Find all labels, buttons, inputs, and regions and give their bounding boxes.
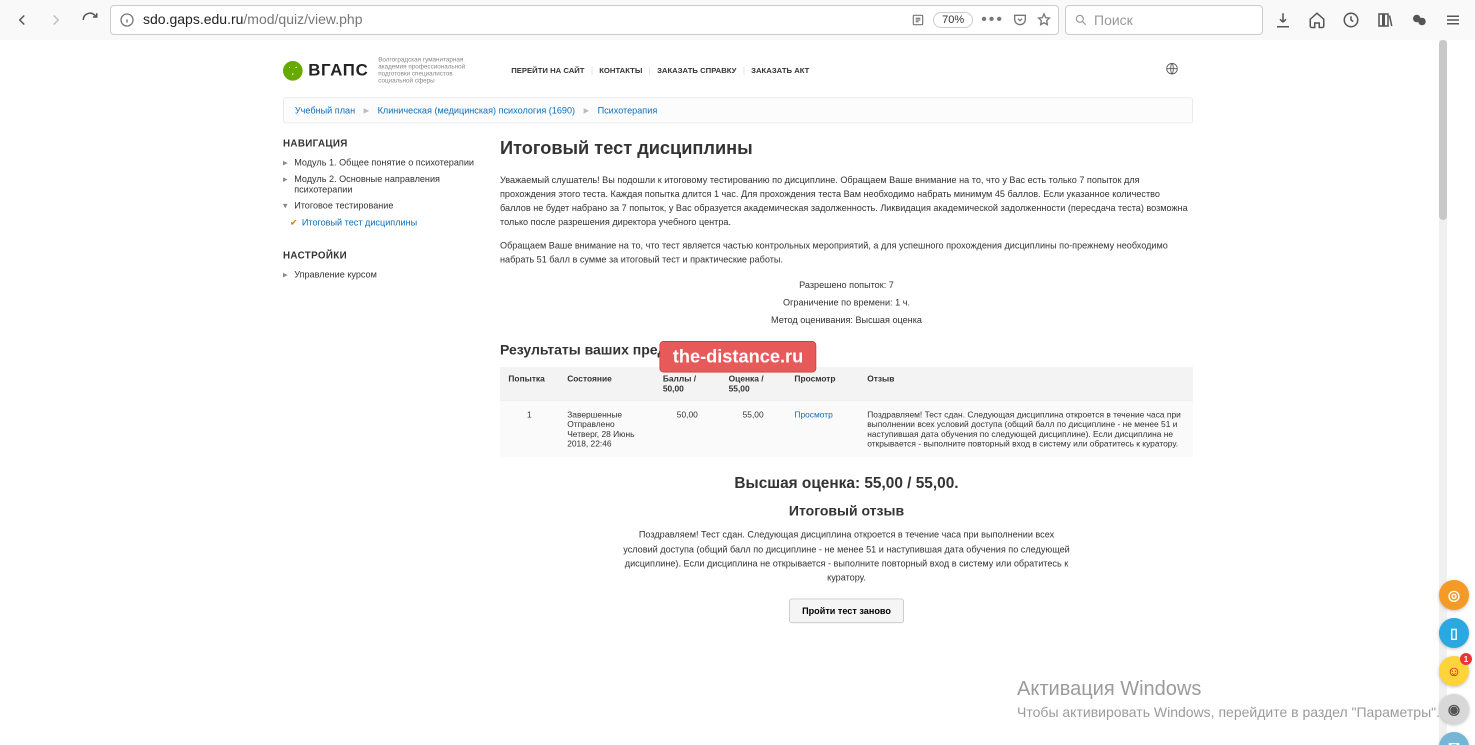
home-icon[interactable] — [1303, 6, 1331, 34]
cell-state: Завершенные Отправлено Четверг, 28 Июнь … — [558, 401, 654, 457]
breadcrumb-course[interactable]: Клиническая (медицинская) психология (16… — [377, 105, 574, 116]
nav-back-button[interactable] — [8, 6, 36, 34]
meta-attempts: Разрешено попыток: 7 — [500, 277, 1193, 294]
browser-toolbar: sdo.gaps.edu.ru/mod/quiz/view.php 70% ••… — [0, 0, 1475, 41]
reader-view-icon[interactable] — [911, 13, 925, 27]
tree-collapse-icon: ▸ — [283, 269, 290, 280]
site-header: ВГАПС Волгоградская гуманитарная академи… — [283, 51, 1193, 90]
win-act-sub: Чтобы активировать Windows, перейдите в … — [1017, 703, 1440, 723]
sidebar: НАВИГАЦИЯ ▸Модуль 1. Общее понятие о пси… — [283, 137, 479, 651]
orb-2-icon[interactable]: ▯ — [1439, 618, 1469, 648]
extension-icon[interactable] — [1405, 6, 1433, 34]
nav-forward-button[interactable] — [42, 6, 70, 34]
nav-reload-button[interactable] — [76, 6, 104, 34]
final-feedback-heading: Итоговый отзыв — [500, 504, 1193, 520]
page-title: Итоговый тест дисциплины — [500, 137, 1193, 159]
nav-block-title: НАВИГАЦИЯ — [283, 137, 479, 148]
intro-paragraph-2: Обращаем Ваше внимание на то, что тест я… — [500, 239, 1193, 267]
nav-item-module1[interactable]: ▸Модуль 1. Общее понятие о психотерапии — [283, 154, 479, 171]
settings-block-title: НАСТРОЙКИ — [283, 249, 479, 260]
settings-item-course-admin[interactable]: ▸Управление курсом — [283, 266, 479, 283]
quiz-meta: Разрешено попыток: 7 Ограничение по врем… — [500, 277, 1193, 329]
th-state: Состояние — [558, 367, 654, 401]
search-icon — [1074, 13, 1088, 27]
browser-search-box[interactable]: Поиск — [1065, 5, 1263, 35]
review-link[interactable]: Просмотр — [794, 410, 832, 420]
orb-3-icon[interactable]: ☺1 — [1439, 656, 1469, 686]
cell-grade: 55,00 — [720, 401, 786, 457]
orb-4-icon[interactable]: ◉ — [1439, 694, 1469, 724]
orb-badge: 1 — [1460, 653, 1472, 665]
logo-mark-icon — [283, 61, 303, 81]
breadcrumb-plan[interactable]: Учебный план — [294, 105, 354, 116]
bookmark-star-icon[interactable] — [1036, 12, 1052, 28]
th-feedback: Отзыв — [858, 367, 1192, 401]
logo-text: ВГАПС — [308, 61, 368, 81]
library-icon[interactable] — [1371, 6, 1399, 34]
tree-collapse-icon: ▸ — [283, 173, 290, 184]
orb-1-icon[interactable]: ◎ — [1439, 580, 1469, 610]
downloads-icon[interactable] — [1269, 6, 1297, 34]
orb-5-icon[interactable]: ✉ — [1439, 732, 1469, 745]
search-placeholder: Поиск — [1094, 12, 1133, 28]
logo-tagline: Волгоградская гуманитарная академия проф… — [378, 57, 483, 85]
nav-item-module2[interactable]: ▸Модуль 2. Основные направления психотер… — [283, 171, 479, 198]
zoom-level-pill[interactable]: 70% — [933, 12, 973, 28]
th-grade: Оценка / 55,00 — [720, 367, 786, 401]
main-content: Итоговый тест дисциплины Уважаемый слуша… — [500, 137, 1193, 651]
breadcrumb-topic[interactable]: Психотерапия — [597, 105, 657, 116]
address-bar[interactable]: sdo.gaps.edu.ru/mod/quiz/view.php 70% ••… — [110, 5, 1059, 35]
tree-expand-icon: ▾ — [283, 200, 290, 211]
windows-activation-notice: Активация Windows Чтобы активировать Win… — [1017, 675, 1440, 723]
url-domain: sdo.gaps.edu.ru — [143, 11, 243, 27]
topnav-link-contacts[interactable]: КОНТАКТЫ — [599, 66, 650, 74]
cell-view: Просмотр — [786, 401, 859, 457]
meta-timelimit: Ограничение по времени: 1 ч. — [500, 294, 1193, 311]
cell-feedback: Поздравляем! Тест сдан. Следующая дисцип… — [858, 401, 1192, 457]
check-icon: ✔ — [290, 217, 298, 228]
highest-grade: Высшая оценка: 55,00 / 55,00. — [500, 474, 1193, 492]
app-menu-icon[interactable] — [1439, 6, 1467, 34]
meta-method: Метод оценивания: Высшая оценка — [500, 311, 1193, 328]
history-icon[interactable] — [1337, 6, 1365, 34]
site-info-icon — [119, 12, 135, 28]
table-row: 1 Завершенные Отправлено Четверг, 28 Июн… — [500, 401, 1193, 457]
cell-score: 50,00 — [654, 401, 720, 457]
site-logo[interactable]: ВГАПС Волгоградская гуманитарная академи… — [283, 57, 483, 85]
win-act-title: Активация Windows — [1017, 675, 1440, 703]
nav-item-final-testing[interactable]: ▾Итоговое тестирование — [283, 197, 479, 214]
settings-block: НАСТРОЙКИ ▸Управление курсом — [283, 249, 479, 283]
topnav-link-site[interactable]: ПЕРЕЙТИ НА САЙТ — [511, 66, 592, 74]
tree-collapse-icon: ▸ — [283, 157, 290, 168]
url-path: /mod/quiz/view.php — [243, 11, 362, 27]
cell-attempt-n: 1 — [500, 401, 559, 457]
intro-paragraph-1: Уважаемый слушатель! Вы подошли к итогов… — [500, 173, 1193, 229]
final-feedback-text: Поздравляем! Тест сдан. Следующая дисцип… — [622, 528, 1070, 584]
pocket-icon[interactable] — [1012, 12, 1028, 28]
nav-block: НАВИГАЦИЯ ▸Модуль 1. Общее понятие о пси… — [283, 137, 479, 231]
breadcrumb: Учебный план ► Клиническая (медицинская)… — [283, 97, 1193, 123]
topnav-link-order-act[interactable]: ЗАКАЗАТЬ АКТ — [751, 66, 816, 74]
retake-test-button[interactable]: Пройти тест заново — [788, 599, 903, 624]
th-view: Просмотр — [786, 367, 859, 401]
results-heading: Результаты ваших предыдущих попыток — [500, 343, 1193, 359]
th-attempt: Попытка — [500, 367, 559, 401]
nav-item-final-test[interactable]: ✔Итоговый тест дисциплины — [283, 214, 479, 231]
topnav-link-order-ref[interactable]: ЗАКАЗАТЬ СПРАВКУ — [657, 66, 744, 74]
th-score: Баллы / 50,00 — [654, 367, 720, 401]
attempts-table: Попытка Состояние Баллы / 50,00 Оценка /… — [500, 367, 1193, 457]
top-nav: ПЕРЕЙТИ НА САЙТ КОНТАКТЫ ЗАКАЗАТЬ СПРАВК… — [511, 66, 816, 74]
language-icon[interactable] — [1165, 62, 1179, 80]
page-viewport: ВГАПС Волгоградская гуманитарная академи… — [0, 40, 1475, 745]
floating-social-orbs: ◎ ▯ ☺1 ◉ ✉ ♟ — [1439, 580, 1469, 745]
page-actions-menu[interactable]: ••• — [981, 11, 1004, 29]
